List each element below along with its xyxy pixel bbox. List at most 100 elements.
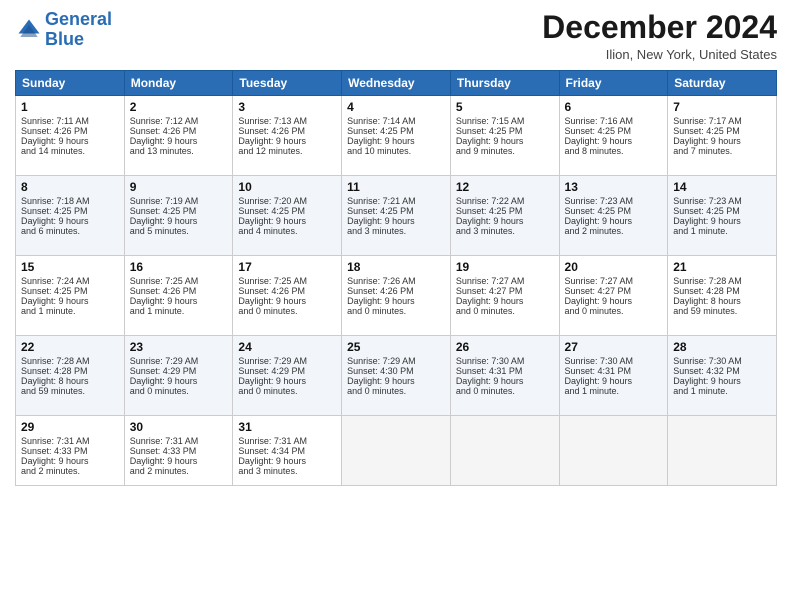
col-saturday: Saturday	[668, 71, 777, 96]
cell-text: Sunset: 4:32 PM	[673, 366, 771, 376]
table-row: 21Sunrise: 7:28 AMSunset: 4:28 PMDayligh…	[668, 256, 777, 336]
cell-text: Sunset: 4:28 PM	[21, 366, 119, 376]
cell-text: Sunrise: 7:31 AM	[238, 436, 336, 446]
table-row: 4Sunrise: 7:14 AMSunset: 4:25 PMDaylight…	[342, 96, 451, 176]
cell-text: Sunset: 4:29 PM	[238, 366, 336, 376]
page-container: GeneralBlue December 2024 Ilion, New Yor…	[0, 0, 792, 612]
cell-text: Sunset: 4:25 PM	[238, 206, 336, 216]
day-number: 11	[347, 180, 445, 194]
day-number: 2	[130, 100, 228, 114]
cell-text: Daylight: 9 hours	[565, 376, 663, 386]
cell-text: Sunrise: 7:19 AM	[130, 196, 228, 206]
table-row: 15Sunrise: 7:24 AMSunset: 4:25 PMDayligh…	[16, 256, 125, 336]
day-number: 27	[565, 340, 663, 354]
cell-text: and 2 minutes.	[21, 466, 119, 476]
cell-text: Daylight: 9 hours	[456, 296, 554, 306]
cell-text: and 1 minute.	[130, 306, 228, 316]
table-row: 19Sunrise: 7:27 AMSunset: 4:27 PMDayligh…	[450, 256, 559, 336]
day-number: 15	[21, 260, 119, 274]
cell-text: and 5 minutes.	[130, 226, 228, 236]
cell-text: Sunrise: 7:30 AM	[673, 356, 771, 366]
cell-text: Daylight: 9 hours	[130, 456, 228, 466]
cell-text: Daylight: 9 hours	[130, 216, 228, 226]
day-number: 16	[130, 260, 228, 274]
col-sunday: Sunday	[16, 71, 125, 96]
cell-text: and 1 minute.	[673, 226, 771, 236]
cell-text: Sunset: 4:31 PM	[565, 366, 663, 376]
table-row: 12Sunrise: 7:22 AMSunset: 4:25 PMDayligh…	[450, 176, 559, 256]
day-number: 31	[238, 420, 336, 434]
cell-text: Daylight: 9 hours	[238, 296, 336, 306]
table-row: 14Sunrise: 7:23 AMSunset: 4:25 PMDayligh…	[668, 176, 777, 256]
table-row: 7Sunrise: 7:17 AMSunset: 4:25 PMDaylight…	[668, 96, 777, 176]
cell-text: Sunset: 4:25 PM	[565, 206, 663, 216]
table-row: 25Sunrise: 7:29 AMSunset: 4:30 PMDayligh…	[342, 336, 451, 416]
cell-text: Sunrise: 7:28 AM	[21, 356, 119, 366]
col-thursday: Thursday	[450, 71, 559, 96]
cell-text: and 59 minutes.	[21, 386, 119, 396]
cell-text: Daylight: 9 hours	[238, 456, 336, 466]
cell-text: and 0 minutes.	[238, 306, 336, 316]
cell-text: Sunset: 4:28 PM	[673, 286, 771, 296]
table-row: 23Sunrise: 7:29 AMSunset: 4:29 PMDayligh…	[124, 336, 233, 416]
col-wednesday: Wednesday	[342, 71, 451, 96]
cell-text: and 4 minutes.	[238, 226, 336, 236]
cell-text: Sunset: 4:25 PM	[347, 126, 445, 136]
cell-text: Sunset: 4:25 PM	[673, 206, 771, 216]
cell-text: and 1 minute.	[673, 386, 771, 396]
cell-text: and 14 minutes.	[21, 146, 119, 156]
cell-text: Sunset: 4:26 PM	[347, 286, 445, 296]
cell-text: Daylight: 8 hours	[21, 376, 119, 386]
cell-text: Sunset: 4:34 PM	[238, 446, 336, 456]
col-friday: Friday	[559, 71, 668, 96]
cell-text: Daylight: 9 hours	[456, 136, 554, 146]
cell-text: Daylight: 9 hours	[21, 296, 119, 306]
cell-text: Daylight: 9 hours	[347, 216, 445, 226]
cell-text: Daylight: 9 hours	[565, 216, 663, 226]
table-row: 17Sunrise: 7:25 AMSunset: 4:26 PMDayligh…	[233, 256, 342, 336]
table-row: 30Sunrise: 7:31 AMSunset: 4:33 PMDayligh…	[124, 416, 233, 486]
cell-text: Daylight: 9 hours	[673, 376, 771, 386]
cell-text: Sunset: 4:33 PM	[21, 446, 119, 456]
day-number: 30	[130, 420, 228, 434]
cell-text: and 1 minute.	[21, 306, 119, 316]
cell-text: and 2 minutes.	[565, 226, 663, 236]
day-number: 6	[565, 100, 663, 114]
day-number: 23	[130, 340, 228, 354]
day-number: 1	[21, 100, 119, 114]
cell-text: Sunset: 4:25 PM	[21, 206, 119, 216]
day-number: 10	[238, 180, 336, 194]
cell-text: Sunrise: 7:29 AM	[347, 356, 445, 366]
cell-text: Sunset: 4:26 PM	[21, 126, 119, 136]
cell-text: Sunrise: 7:20 AM	[238, 196, 336, 206]
cell-text: and 0 minutes.	[456, 386, 554, 396]
table-row: 8Sunrise: 7:18 AMSunset: 4:25 PMDaylight…	[16, 176, 125, 256]
cell-text: Daylight: 9 hours	[673, 136, 771, 146]
day-number: 9	[130, 180, 228, 194]
day-number: 13	[565, 180, 663, 194]
cell-text: Sunset: 4:26 PM	[130, 286, 228, 296]
table-row: 18Sunrise: 7:26 AMSunset: 4:26 PMDayligh…	[342, 256, 451, 336]
cell-text: and 12 minutes.	[238, 146, 336, 156]
cell-text: Sunset: 4:33 PM	[130, 446, 228, 456]
cell-text: Sunrise: 7:29 AM	[238, 356, 336, 366]
calendar-table: Sunday Monday Tuesday Wednesday Thursday…	[15, 70, 777, 486]
day-number: 5	[456, 100, 554, 114]
cell-text: Sunset: 4:25 PM	[456, 206, 554, 216]
day-number: 8	[21, 180, 119, 194]
cell-text: Sunrise: 7:23 AM	[565, 196, 663, 206]
cell-text: Sunset: 4:27 PM	[456, 286, 554, 296]
cell-text: Sunrise: 7:27 AM	[456, 276, 554, 286]
day-number: 22	[21, 340, 119, 354]
day-number: 25	[347, 340, 445, 354]
col-monday: Monday	[124, 71, 233, 96]
calendar-header-row: Sunday Monday Tuesday Wednesday Thursday…	[16, 71, 777, 96]
table-row: 3Sunrise: 7:13 AMSunset: 4:26 PMDaylight…	[233, 96, 342, 176]
cell-text: Sunrise: 7:11 AM	[21, 116, 119, 126]
table-row: 27Sunrise: 7:30 AMSunset: 4:31 PMDayligh…	[559, 336, 668, 416]
month-title: December 2024	[542, 10, 777, 45]
cell-text: and 8 minutes.	[565, 146, 663, 156]
cell-text: and 0 minutes.	[565, 306, 663, 316]
day-number: 24	[238, 340, 336, 354]
col-tuesday: Tuesday	[233, 71, 342, 96]
